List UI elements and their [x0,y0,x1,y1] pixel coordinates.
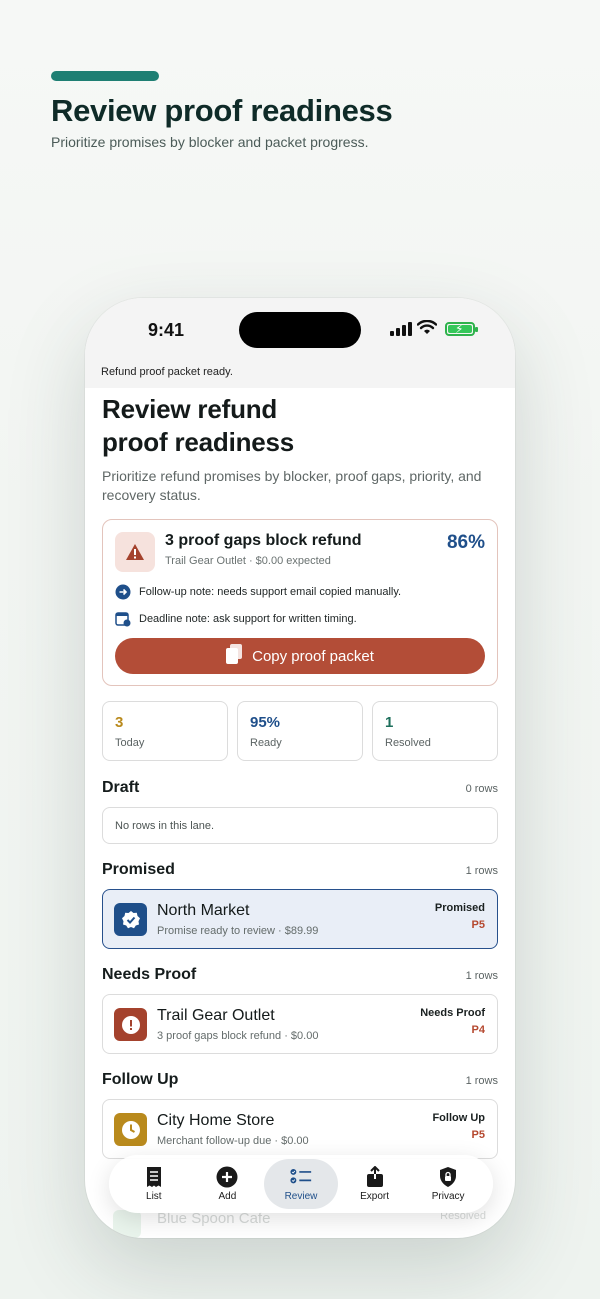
calendar-clock-icon [115,611,131,627]
toast-banner: Refund proof packet ready. [101,366,233,378]
tab-review[interactable]: Review [264,1159,338,1209]
lock-shield-icon [440,1167,457,1187]
lane-header-follow-up: Follow Up 1 rows [102,1071,498,1088]
row-trail-gear-outlet[interactable]: Trail Gear Outlet 3 proof gaps block ref… [102,994,498,1054]
battery-icon: ⚡ [445,322,478,336]
clock-icon [114,1113,147,1146]
priority-badge: P5 [471,1129,485,1141]
alert-title: 3 proof gaps block refund [165,532,362,549]
phone-frame: 9:41 ⚡ Refund proof packet ready. Review… [85,298,515,1238]
accent-bar [51,71,159,81]
lane-header-draft: Draft 0 rows [102,779,498,796]
checklist-icon [290,1168,312,1184]
screen-title: Review refund proof readiness [102,394,295,457]
tab-export[interactable]: Export [338,1159,412,1209]
tab-bar: List Add Review Export Privacy [109,1155,493,1213]
stat-today[interactable]: 3 Today [102,701,228,761]
warning-triangle-icon [115,532,155,572]
readiness-percent: 86% [446,532,485,553]
blocker-alert-card[interactable]: 3 proof gaps block refund Trail Gear Out… [102,519,498,686]
stat-resolved[interactable]: 1 Resolved [372,701,498,761]
arrow-circle-icon [115,584,131,600]
verified-badge-icon [114,903,147,936]
empty-lane-message: No rows in this lane. [102,807,498,844]
deadline-note: Deadline note: ask support for written t… [115,611,357,627]
row-city-home-store[interactable]: City Home Store Merchant follow-up due ·… [102,1099,498,1159]
screen-subtitle: Prioritize refund promises by blocker, p… [102,468,482,503]
document-copy-icon [226,644,243,668]
status-bar: 9:41 ⚡ Refund proof packet ready. [85,298,515,388]
dynamic-island [239,312,361,348]
alert-meta: Trail Gear Outlet · $0.00 expected [165,555,331,567]
priority-badge: P5 [471,919,485,931]
plus-circle-icon [216,1166,238,1188]
tab-list[interactable]: List [117,1159,191,1209]
tab-add[interactable]: Add [191,1159,265,1209]
status-badge: Needs Proof [420,1007,485,1019]
row-blue-spoon-cafe[interactable]: Blue Spoon Cafe Resolved [102,1210,498,1238]
stat-ready[interactable]: 95% Ready [237,701,363,761]
priority-badge: P4 [471,1024,485,1036]
page-title: Review proof readiness [51,93,393,128]
screen-content: Review refund proof readiness Prioritize… [102,393,498,1159]
check-icon [113,1210,141,1238]
receipt-list-icon [146,1167,161,1187]
copy-proof-packet-button[interactable]: Copy proof packet [115,638,485,674]
lane-header-promised: Promised 1 rows [102,861,498,878]
follow-up-note: Follow-up note: needs support email copi… [115,584,401,600]
alert-circle-icon [114,1008,147,1041]
row-north-market[interactable]: North Market Promise ready to review · $… [102,889,498,949]
status-badge: Follow Up [432,1112,485,1124]
stats-row: 3 Today 95% Ready 1 Resolved [102,701,498,761]
wifi-icon [417,320,437,334]
tab-privacy[interactable]: Privacy [411,1159,485,1209]
signal-icon [390,322,412,336]
status-badge: Promised [434,902,485,914]
lane-header-needs-proof: Needs Proof 1 rows [102,966,498,983]
status-time: 9:41 [148,320,185,340]
share-icon [366,1166,383,1187]
page-subtitle: Prioritize promises by blocker and packe… [51,134,369,150]
